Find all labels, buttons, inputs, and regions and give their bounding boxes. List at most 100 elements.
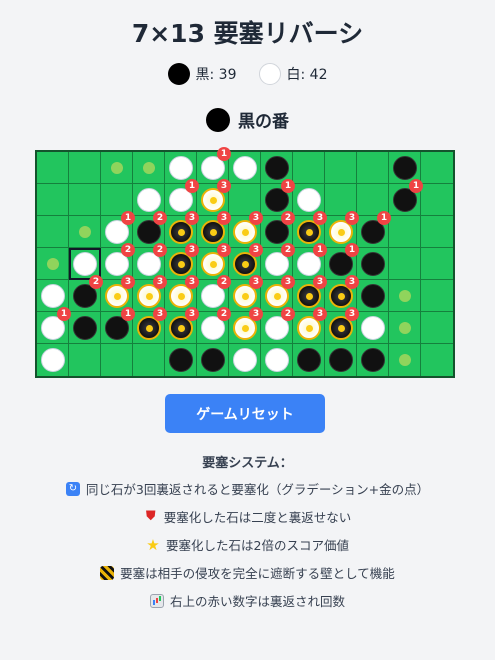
board-cell-r6-c1[interactable]: [69, 344, 101, 376]
black-disc: [393, 156, 417, 180]
black-disc: [73, 316, 97, 340]
board-cell-r1-c1[interactable]: [69, 184, 101, 216]
star-icon: ★: [146, 535, 160, 554]
gold-dot-icon: [337, 292, 345, 300]
board-cell-r5-c3[interactable]: 3: [133, 307, 167, 344]
reset-game-button[interactable]: ゲームリセット: [165, 394, 325, 433]
score-bar: 黒: 39 白: 42: [0, 63, 495, 85]
board-cell-r0-c3[interactable]: [133, 152, 165, 184]
board-cell-r0-c10[interactable]: [357, 152, 389, 184]
board-cell-r6-c10[interactable]: [357, 344, 389, 376]
valid-move-hint: [399, 354, 411, 366]
flip-count-badge: 3: [153, 307, 167, 321]
board-cell-r1-c12[interactable]: [421, 184, 453, 216]
gold-dot-icon: [241, 260, 249, 268]
flip-count-badge: 1: [121, 211, 135, 225]
black-score-label: 黒: 39: [195, 67, 237, 83]
board-cell-r6-c9[interactable]: [325, 344, 357, 376]
board-cell-r3-c10[interactable]: [357, 248, 389, 280]
board-cell-r5-c9[interactable]: 3: [325, 307, 359, 344]
white-disc-icon: [258, 63, 281, 85]
flip-count-badge: 1: [121, 307, 135, 321]
flip-count-badge: 2: [153, 243, 167, 257]
board-cell-r4-c10[interactable]: [357, 280, 389, 312]
black-disc: [361, 284, 385, 308]
board-cell-r5-c2[interactable]: 1: [101, 307, 135, 344]
flip-count-badge: 3: [345, 211, 359, 225]
gold-dot-icon: [241, 292, 249, 300]
flip-count-badge: 3: [185, 307, 199, 321]
board-cell-r3-c12[interactable]: [421, 248, 453, 280]
board-cell-r3-c0[interactable]: [37, 248, 69, 280]
flip-count-badge: 3: [313, 211, 327, 225]
board-cell-r2-c10[interactable]: 1: [357, 211, 391, 248]
board-cell-r0-c1[interactable]: [69, 152, 101, 184]
board-cell-r6-c3[interactable]: [133, 344, 165, 376]
flip-count-badge: 2: [89, 275, 103, 289]
gold-dot-icon: [177, 324, 185, 332]
board-cell-r0-c2[interactable]: [101, 152, 133, 184]
board-cell-r5-c11[interactable]: [389, 312, 421, 344]
white-score-label: 白: 42: [286, 67, 328, 83]
board-cell-r0-c6[interactable]: [229, 152, 261, 184]
white-disc: [233, 156, 257, 180]
board-cell-r5-c1[interactable]: [69, 312, 101, 344]
board-cell-r1-c0[interactable]: [37, 184, 69, 216]
gold-dot-icon: [273, 292, 281, 300]
flip-count-badge: 1: [281, 179, 295, 193]
board-cell-r1-c11[interactable]: 1: [389, 179, 423, 216]
flip-count-badge: 3: [313, 275, 327, 289]
board-cell-r5-c4[interactable]: 3: [165, 307, 199, 344]
gold-dot-icon: [177, 228, 185, 236]
board-cell-r5-c12[interactable]: [421, 312, 453, 344]
board-cell-r5-c0[interactable]: 1: [37, 307, 71, 344]
board-cell-r6-c0[interactable]: [37, 344, 69, 376]
rules-title: 要塞システム：: [202, 456, 293, 471]
board-cell-r2-c1[interactable]: [69, 216, 101, 248]
white-disc: [169, 156, 193, 180]
board-cell-r5-c8[interactable]: 3: [293, 307, 327, 344]
board-cell-r0-c9[interactable]: [325, 152, 357, 184]
board-cell-r6-c8[interactable]: [293, 344, 325, 376]
flip-count-badge: 3: [249, 243, 263, 257]
board-cell-r3-c11[interactable]: [389, 248, 421, 280]
board-cell-r5-c5[interactable]: 2: [197, 307, 231, 344]
valid-move-hint: [143, 162, 155, 174]
barrier-icon: [100, 565, 115, 580]
gold-dot-icon: [209, 228, 217, 236]
board-cell-r5-c6[interactable]: 3: [229, 307, 263, 344]
board-cell-r2-c11[interactable]: [389, 216, 421, 248]
board-cell-r4-c12[interactable]: [421, 280, 453, 312]
board-cell-r2-c12[interactable]: [421, 216, 453, 248]
board-cell-r4-c11[interactable]: [389, 280, 421, 312]
board-cell-r5-c10[interactable]: [357, 312, 389, 344]
board-cell-r6-c11[interactable]: [389, 344, 421, 376]
flip-count-badge: 2: [281, 211, 295, 225]
board-cell-r6-c12[interactable]: [421, 344, 453, 376]
board-cell-r4-c1[interactable]: 2: [69, 275, 103, 312]
board-cell-r6-c2[interactable]: [101, 344, 133, 376]
page-title: 7×13 要塞リバーシ: [131, 19, 364, 48]
gold-dot-icon: [305, 228, 313, 236]
board-cell-r6-c7[interactable]: [261, 344, 293, 376]
board-cell-r6-c6[interactable]: [229, 344, 261, 376]
board-cell-r6-c5[interactable]: [197, 344, 229, 376]
flip-count-badge: 1: [313, 243, 327, 257]
black-disc-icon: [167, 63, 190, 85]
gold-dot-icon: [209, 260, 217, 268]
board-cell-r6-c4[interactable]: [165, 344, 197, 376]
board-cell-r0-c0[interactable]: [37, 152, 69, 184]
board-cell-r2-c0[interactable]: [37, 216, 69, 248]
board-cell-r5-c7[interactable]: 2: [261, 307, 295, 344]
rule-text: 要塞化した石は二度と裏返せない: [163, 510, 352, 525]
valid-move-hint: [399, 290, 411, 302]
rule-text: 要塞化した石は2倍のスコア価値: [166, 538, 349, 553]
game-board: 1 1 3 1 1 1 2 3 3 3 2 3 3 1 2 2 3 3 3 2 1 1 2 3 3 3 2 3 3 3 3 1 1 3 3 2 3 2 3 3: [35, 147, 455, 378]
board-cell-r0-c8[interactable]: [293, 152, 325, 184]
board-cell-r0-c12[interactable]: [421, 152, 453, 184]
white-disc: [73, 252, 97, 276]
rule-item: ★ 要塞化した石は2倍のスコア価値: [0, 535, 495, 554]
black-disc: [169, 348, 193, 372]
gold-dot-icon: [113, 292, 121, 300]
valid-move-hint: [111, 162, 123, 174]
